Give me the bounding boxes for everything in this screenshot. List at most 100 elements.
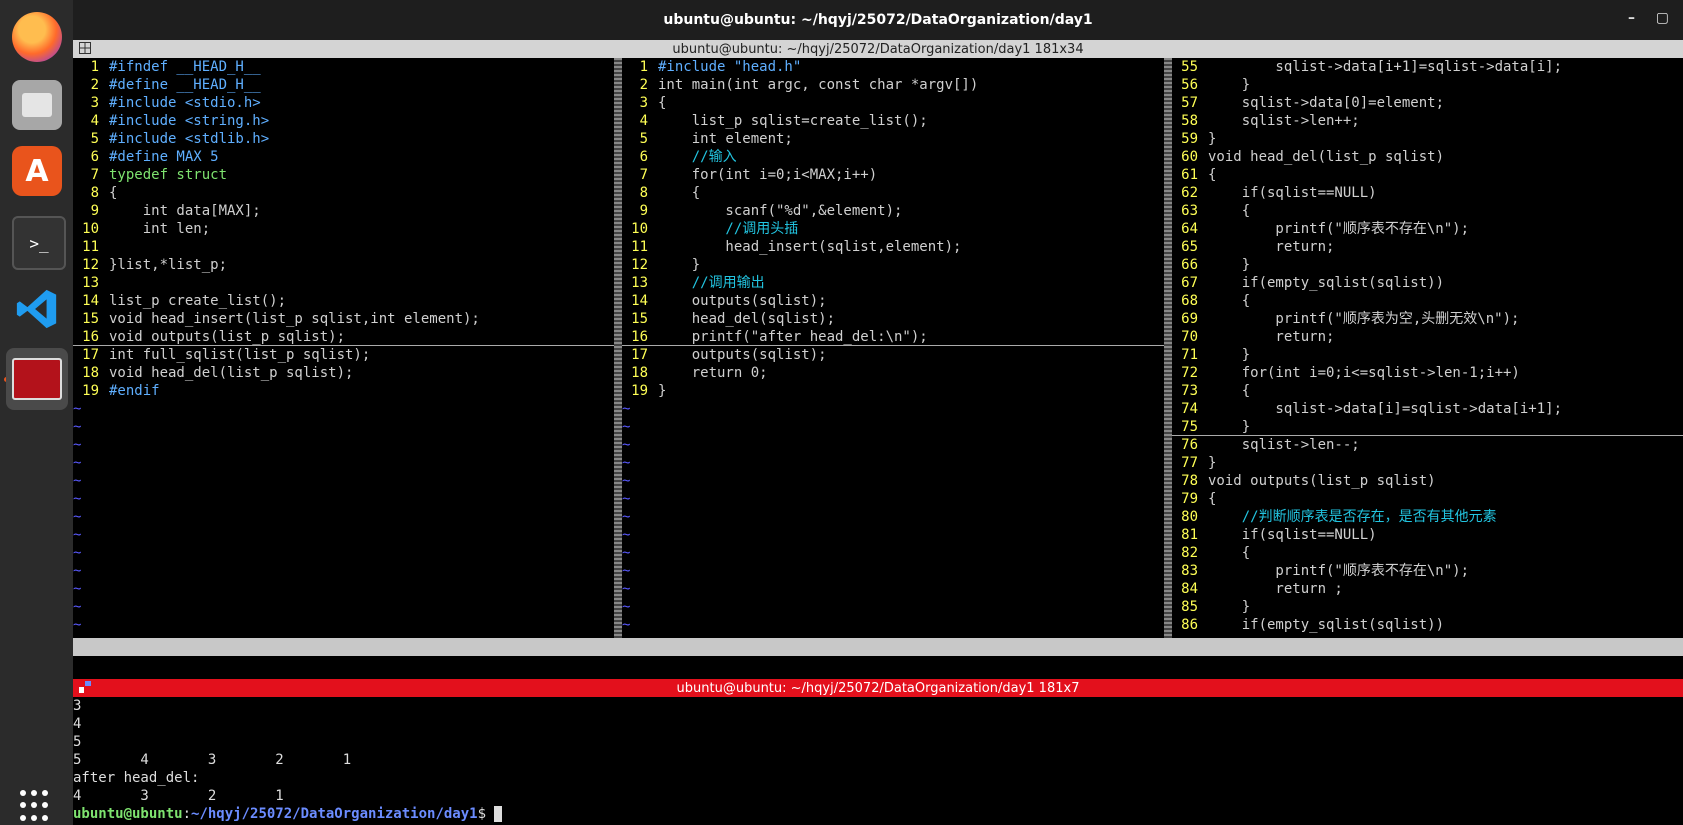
code-line[interactable]: 15 head_del(sqlist); <box>622 310 1164 328</box>
code-line[interactable]: 1 #include "head.h" <box>622 58 1164 76</box>
files-icon[interactable] <box>12 80 62 130</box>
firefox-icon[interactable] <box>12 12 62 62</box>
code-line[interactable]: 18 void head_del(list_p sqlist); <box>73 364 614 382</box>
pane-divider[interactable] <box>614 58 622 638</box>
code-line[interactable]: 11 <box>73 238 614 256</box>
terminator-top-titlebar[interactable]: ubuntu@ubuntu: ~/hqyj/25072/DataOrganiza… <box>73 40 1683 58</box>
code-line[interactable]: 6 #define MAX 5 <box>73 148 614 166</box>
terminal-output[interactable]: 3 4 5 5 4 3 2 1 after head_del: 4 3 2 1 … <box>73 697 1683 825</box>
code-line[interactable]: 72 for(int i=0;i<=sqlist->len-1;i++) <box>1172 364 1683 382</box>
code-line[interactable]: 8{ <box>73 184 614 202</box>
code-line[interactable]: 59} <box>1172 130 1683 148</box>
code-line[interactable]: 64 printf("顺序表不存在\n"); <box>1172 220 1683 238</box>
code-line[interactable]: 5 #include <stdlib.h> <box>73 130 614 148</box>
text-cursor <box>494 806 503 822</box>
code-line[interactable]: 10 //调用头插 <box>622 220 1164 238</box>
code-line[interactable]: 12 } <box>622 256 1164 274</box>
terminator-bottom-titlebar[interactable]: ubuntu@ubuntu: ~/hqyj/25072/DataOrganiza… <box>73 679 1683 697</box>
code-line[interactable]: 67 if(empty_sqlist(sqlist)) <box>1172 274 1683 292</box>
terminal-icon[interactable]: >_ <box>12 216 66 270</box>
code-line[interactable]: 6 //输入 <box>622 148 1164 166</box>
minimize-button[interactable]: – <box>1628 10 1635 26</box>
code-line[interactable]: 17 outputs(sqlist); <box>622 346 1164 364</box>
app-store-icon[interactable]: A <box>12 146 62 196</box>
vim-pane-fun[interactable]: 55 sqlist->data[i+1]=sqlist->data[i]; 56 … <box>1172 58 1683 638</box>
code-line[interactable]: 13 <box>73 274 614 292</box>
code-line[interactable]: 62 if(sqlist==NULL) <box>1172 184 1683 202</box>
code-line[interactable]: 2 #define __HEAD_H__ <box>73 76 614 94</box>
code-line[interactable]: 13 //调用输出 <box>622 274 1164 292</box>
code-line[interactable]: 74 sqlist->data[i]=sqlist->data[i+1]; <box>1172 400 1683 418</box>
code-line[interactable]: 7 typedef struct <box>73 166 614 184</box>
code-line[interactable]: 73 { <box>1172 382 1683 400</box>
code-line[interactable]: 75 } <box>1172 418 1683 436</box>
code-line[interactable]: 76 sqlist->len--; <box>1172 436 1683 454</box>
code-line[interactable]: 4 list_p sqlist=create_list(); <box>622 112 1164 130</box>
code-line[interactable]: 55 sqlist->data[i+1]=sqlist->data[i]; <box>1172 58 1683 76</box>
cursorline-underline <box>622 345 1164 346</box>
code-line[interactable]: 19} <box>622 382 1164 400</box>
vim-pane-head[interactable]: 1 #ifndef __HEAD_H__ 2 #define __HEAD_H__ 3 #… <box>73 58 614 638</box>
code-line[interactable]: 80 //判断顺序表是否存在，是否有其他元素 <box>1172 508 1683 526</box>
code-line[interactable]: 60 void head_del(list_p sqlist) <box>1172 148 1683 166</box>
vscode-icon[interactable] <box>12 284 62 334</box>
code-line[interactable]: 10 int len; <box>73 220 614 238</box>
code-text: sqlist->len--; <box>1208 437 1360 453</box>
code-line[interactable]: 56 } <box>1172 76 1683 94</box>
code-line[interactable]: 85 } <box>1172 598 1683 616</box>
vim-pane-main[interactable]: 1 #include "head.h" 2 int main(int argc, co… <box>622 58 1164 638</box>
code-line[interactable]: 9 scanf("%d",&element); <box>622 202 1164 220</box>
code-line[interactable]: 7 for(int i=0;i<MAX;i++) <box>622 166 1164 184</box>
code-line[interactable]: 3 #include <stdio.h> <box>73 94 614 112</box>
prompt-separator: : <box>182 806 192 822</box>
code-line[interactable]: 86 if(empty_sqlist(sqlist)) <box>1172 616 1683 634</box>
code-line[interactable]: 77} <box>1172 454 1683 472</box>
code-line[interactable]: 1 #ifndef __HEAD_H__ <box>73 58 614 76</box>
pane-divider[interactable] <box>1164 58 1172 638</box>
code-line[interactable]: 82 { <box>1172 544 1683 562</box>
code-line[interactable]: 65 return; <box>1172 238 1683 256</box>
empty-line-tilde: ~ <box>622 527 631 543</box>
shell-prompt[interactable]: ubuntu@ubuntu:~/hqyj/25072/DataOrganizat… <box>73 805 1683 823</box>
code-line[interactable]: 18 return 0; <box>622 364 1164 382</box>
code-line[interactable]: 11 head_insert(sqlist,element); <box>622 238 1164 256</box>
active-terminal-icon[interactable] <box>6 348 68 410</box>
code-line[interactable]: 17 int full_sqlist(list_p sqlist); <box>73 346 614 364</box>
code-line[interactable]: 83 printf("顺序表不存在\n"); <box>1172 562 1683 580</box>
code-line[interactable]: 71 } <box>1172 346 1683 364</box>
code-line[interactable]: 16 printf("after head_del:\n"); <box>622 328 1164 346</box>
code-line[interactable]: 68 { <box>1172 292 1683 310</box>
code-line[interactable]: 70 return; <box>1172 328 1683 346</box>
code-line[interactable]: 14 outputs(sqlist); <box>622 292 1164 310</box>
window-titlebar[interactable]: ubuntu@ubuntu: ~/hqyj/25072/DataOrganiza… <box>73 0 1683 40</box>
code-line[interactable]: 61 { <box>1172 166 1683 184</box>
line-number: 83 <box>1181 563 1198 579</box>
code-line[interactable]: 12}list,*list_p; <box>73 256 614 274</box>
code-line[interactable]: 2 int main(int argc, const char *argv[]) <box>622 76 1164 94</box>
code-line[interactable]: 81 if(sqlist==NULL) <box>1172 526 1683 544</box>
code-text: scanf("%d",&element); <box>658 203 903 219</box>
code-line[interactable]: 9 int data[MAX]; <box>73 202 614 220</box>
split-icon[interactable] <box>79 681 91 693</box>
code-line[interactable]: 3{ <box>622 94 1164 112</box>
code-line[interactable]: 69 printf("顺序表为空,头删无效\n"); <box>1172 310 1683 328</box>
split-icon[interactable] <box>79 42 91 54</box>
code-line[interactable]: 66 } <box>1172 256 1683 274</box>
code-line[interactable]: 19 #endif <box>73 382 614 400</box>
code-line[interactable]: 15 void head_insert(list_p sqlist,int ele… <box>73 310 614 328</box>
code-line[interactable]: 5 int element; <box>622 130 1164 148</box>
code-line[interactable]: 84 return ; <box>1172 580 1683 598</box>
code-line[interactable]: 58 sqlist->len++; <box>1172 112 1683 130</box>
line-number: 15 <box>82 311 99 327</box>
show-apps-icon[interactable] <box>20 790 52 822</box>
code-line[interactable]: 79 { <box>1172 490 1683 508</box>
code-line[interactable]: 14 list_p create_list(); <box>73 292 614 310</box>
maximize-button[interactable]: ▢ <box>1656 10 1669 26</box>
code-line[interactable]: 63 { <box>1172 202 1683 220</box>
code-line[interactable]: 16 void outputs(list_p sqlist); <box>73 328 614 346</box>
code-line[interactable]: 8 { <box>622 184 1164 202</box>
code-line[interactable]: 4 #include <string.h> <box>73 112 614 130</box>
code-line[interactable]: 78 void outputs(list_p sqlist) <box>1172 472 1683 490</box>
code-text: } <box>1208 599 1251 615</box>
code-line[interactable]: 57 sqlist->data[0]=element; <box>1172 94 1683 112</box>
